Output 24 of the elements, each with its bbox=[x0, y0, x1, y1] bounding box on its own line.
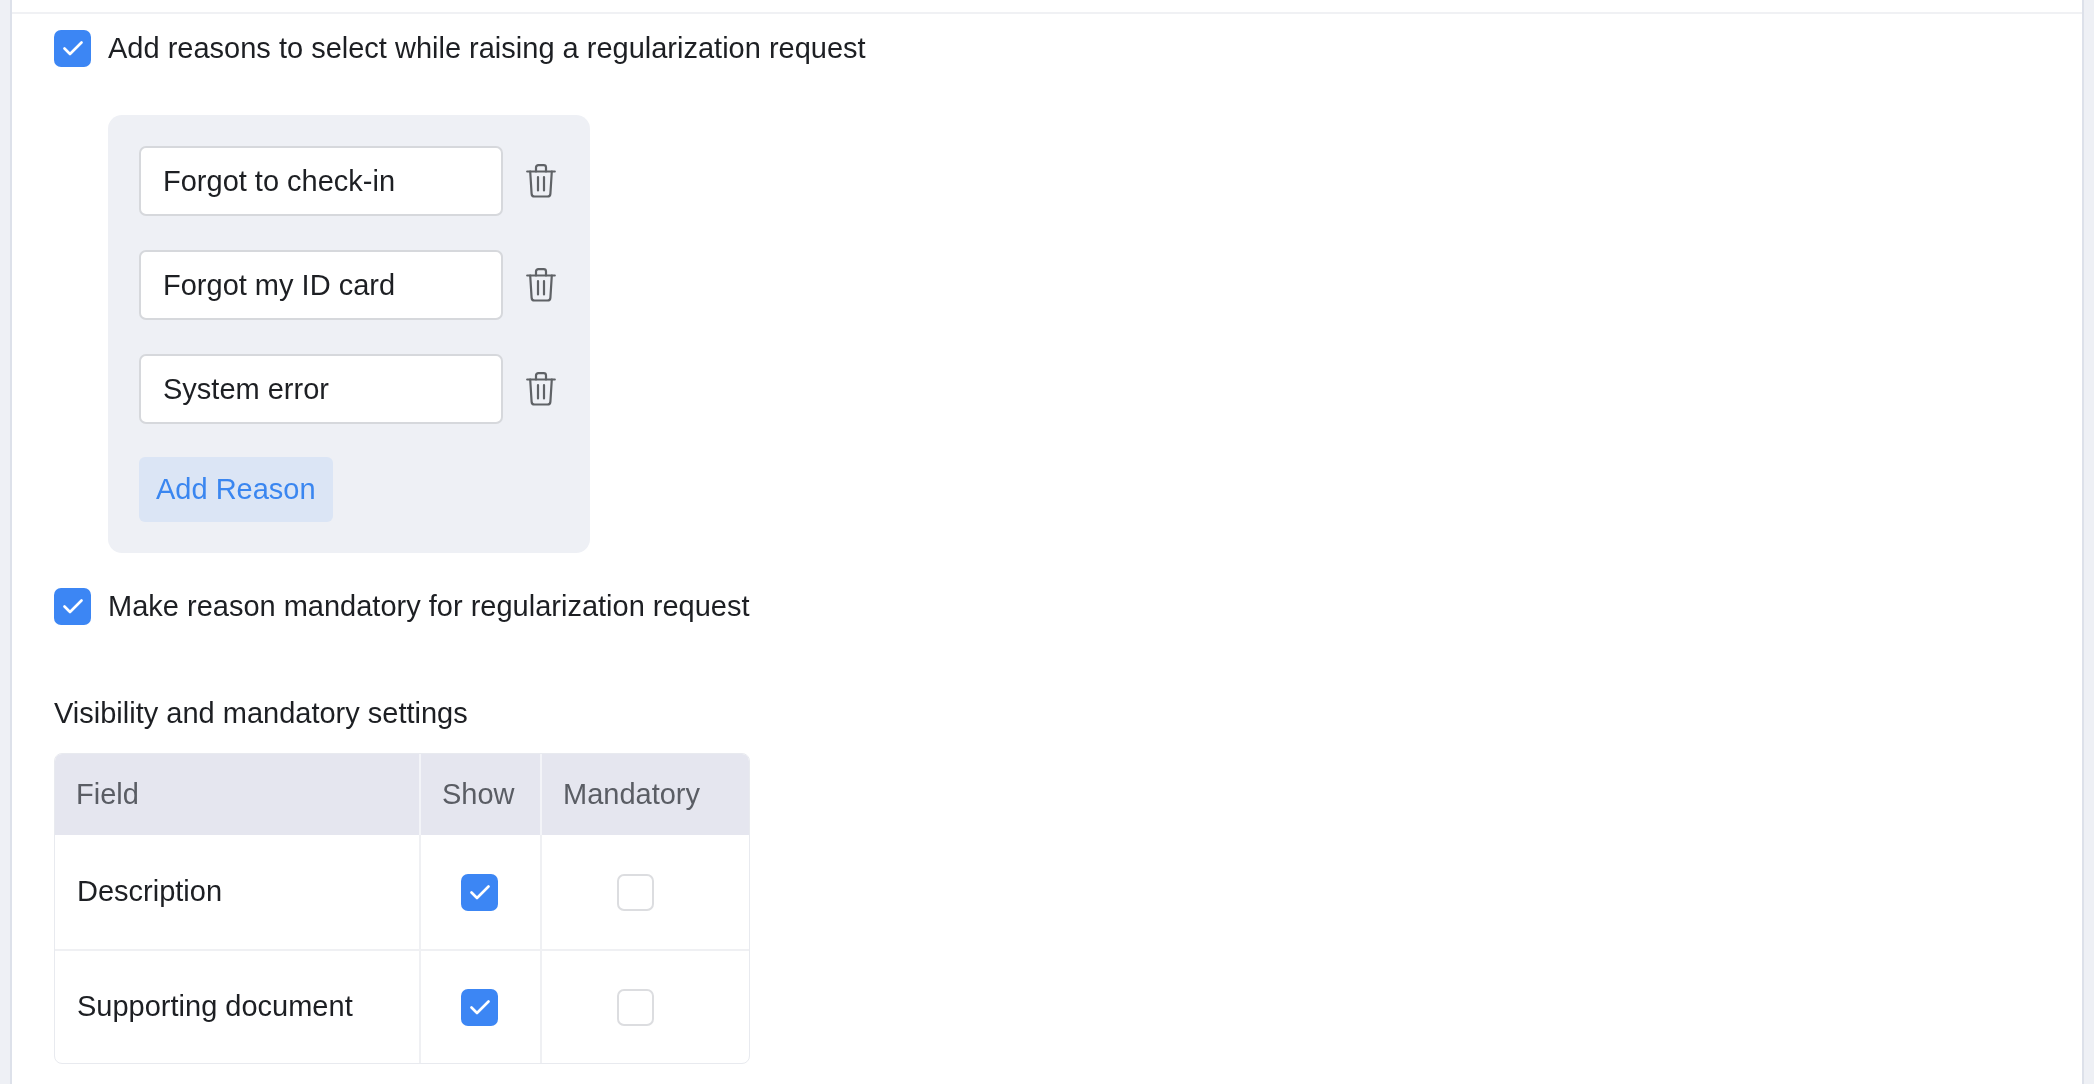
section-heading: Visibility and mandatory settings bbox=[54, 696, 468, 731]
option-label: Add reasons to select while raising a regularization request bbox=[108, 31, 866, 66]
checkbox[interactable] bbox=[54, 30, 91, 67]
reason-input[interactable]: Forgot to check-in bbox=[139, 146, 503, 216]
trash-icon[interactable] bbox=[526, 164, 556, 198]
check-icon bbox=[62, 41, 83, 56]
column-header: Show bbox=[442, 776, 515, 812]
trash-icon[interactable] bbox=[526, 268, 556, 302]
checkbox[interactable] bbox=[617, 873, 654, 911]
column-header: Mandatory bbox=[563, 776, 700, 812]
check-icon bbox=[469, 999, 490, 1015]
reason-input[interactable]: System error bbox=[139, 354, 503, 424]
checkbox[interactable] bbox=[617, 988, 654, 1026]
check-icon bbox=[62, 599, 83, 614]
table-cell-text: Supporting document bbox=[77, 989, 353, 1025]
trash-icon[interactable] bbox=[526, 372, 556, 406]
checkbox[interactable] bbox=[54, 588, 91, 625]
column-header: Field bbox=[76, 776, 139, 812]
checkbox[interactable] bbox=[461, 873, 498, 911]
checkbox[interactable] bbox=[461, 988, 498, 1026]
option-label: Make reason mandatory for regularization request bbox=[108, 589, 750, 624]
check-icon bbox=[469, 884, 490, 900]
reason-input[interactable]: Forgot my ID card bbox=[139, 250, 503, 320]
table-cell-text: Description bbox=[77, 874, 223, 910]
